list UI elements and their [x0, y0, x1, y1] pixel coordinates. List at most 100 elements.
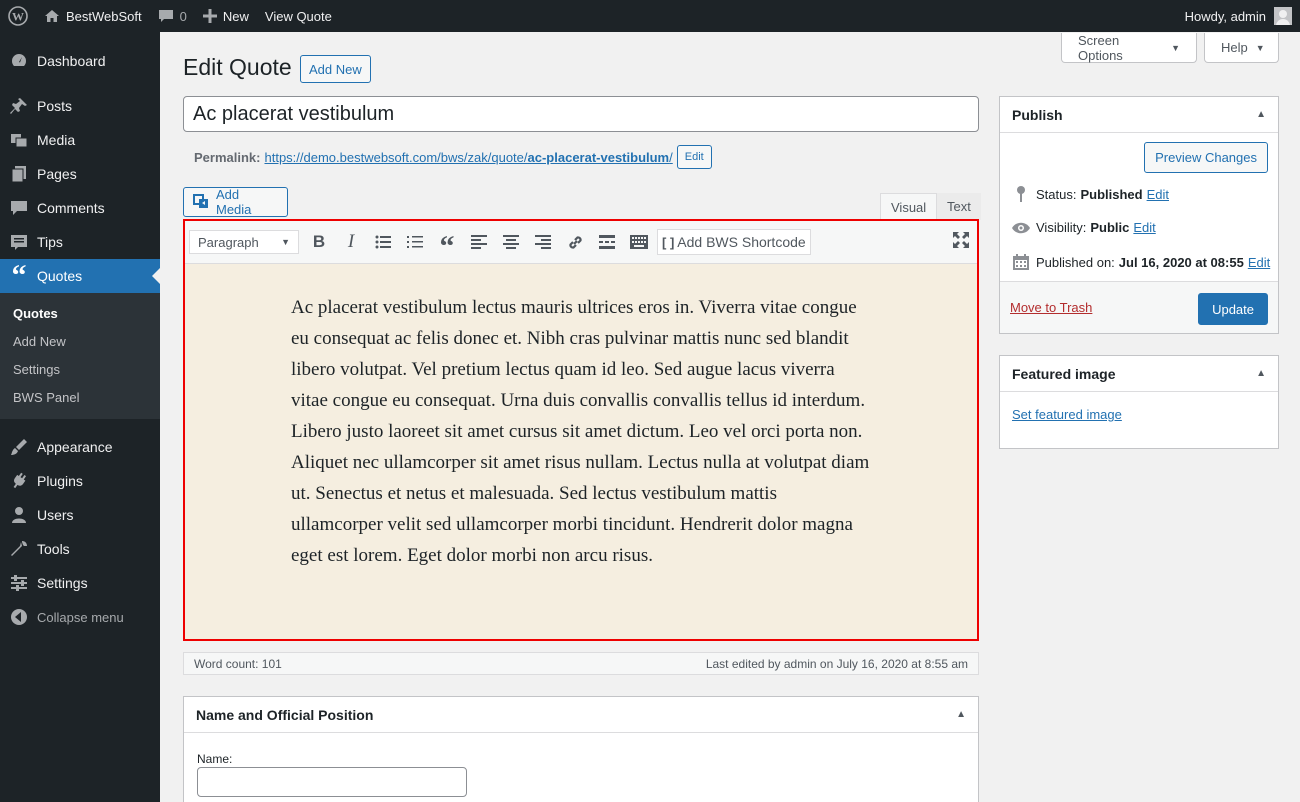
add-media-button[interactable]: Add Media — [183, 187, 288, 217]
sidebar-item-comments[interactable]: Comments — [0, 191, 160, 225]
toggle-arrow-icon[interactable]: ▲ — [1256, 368, 1266, 379]
link-icon[interactable] — [559, 227, 591, 257]
add-new-button[interactable]: Add New — [300, 55, 371, 83]
collapse-menu-button[interactable]: Collapse menu — [0, 600, 160, 634]
align-left-icon[interactable] — [463, 227, 495, 257]
sidebar-item-tools[interactable]: Tools — [0, 532, 160, 566]
sidebar-item-label: Pages — [37, 166, 77, 182]
numbered-list-icon[interactable] — [399, 227, 431, 257]
bold-icon[interactable]: B — [303, 227, 335, 257]
sidebar-item-media[interactable]: Media — [0, 123, 160, 157]
sidebar-item-posts[interactable]: Posts — [0, 89, 160, 123]
new-content-link[interactable]: New — [195, 0, 257, 32]
toggle-arrow-icon[interactable]: ▲ — [956, 709, 966, 720]
permalink: Permalink: https://demo.bestwebsoft.com/… — [194, 145, 712, 169]
sidebar-item-label: Comments — [37, 200, 105, 216]
tab-text[interactable]: Text — [937, 193, 981, 220]
view-quote-label: View Quote — [264, 8, 332, 24]
editor-status-bar: Word count: 101 Last edited by admin on … — [183, 652, 979, 675]
submenu-item-bws-panel[interactable]: BWS Panel — [0, 383, 160, 411]
name-input[interactable] — [197, 767, 467, 797]
pin-icon — [1012, 186, 1030, 202]
published-on-row: Published on: Jul 16, 2020 at 08:55 Edit — [1012, 254, 1270, 270]
sidebar-item-users[interactable]: Users — [0, 498, 160, 532]
permalink-label: Permalink: — [194, 149, 261, 165]
my-account-link[interactable]: Howdy, admin — [1177, 0, 1300, 32]
tips-icon — [9, 232, 29, 252]
sidebar-item-quotes[interactable]: “ Quotes — [0, 259, 160, 293]
view-quote-link[interactable]: View Quote — [257, 0, 340, 32]
pin-icon — [9, 96, 29, 116]
blockquote-icon[interactable]: “ — [431, 227, 463, 262]
keyboard-toolbar-toggle-icon[interactable] — [623, 227, 655, 257]
pages-icon — [9, 164, 29, 184]
quote-icon: “ — [11, 259, 27, 292]
editor-toolbar: Paragraph ▼ B I “ [ ] Add BWS Shortcode — [185, 221, 977, 264]
help-button[interactable]: Help ▼ — [1204, 33, 1279, 63]
sidebar-item-pages[interactable]: Pages — [0, 157, 160, 191]
format-select[interactable]: Paragraph ▼ — [189, 230, 299, 254]
sidebar-item-label: Quotes — [37, 268, 83, 284]
last-edited: Last edited by admin on July 16, 2020 at… — [705, 656, 968, 671]
name-position-metabox: Name and Official Position ▲ Name: — [183, 696, 979, 802]
screen-options-button[interactable]: Screen Options ▼ — [1061, 33, 1197, 63]
italic-icon[interactable]: I — [335, 227, 367, 257]
status-edit-link[interactable]: Edit — [1147, 187, 1169, 202]
tab-visual[interactable]: Visual — [880, 193, 938, 220]
bulleted-list-icon[interactable] — [367, 227, 399, 257]
read-more-icon[interactable] — [591, 227, 623, 257]
comment-icon — [9, 198, 29, 218]
collapse-menu-label: Collapse menu — [37, 609, 124, 625]
metabox-header[interactable]: Publish ▲ — [1000, 97, 1278, 133]
submenu-item-settings[interactable]: Settings — [0, 355, 160, 383]
permalink-end: / — [669, 149, 673, 165]
sidebar-item-label: Tips — [37, 234, 63, 250]
sidebar-item-settings[interactable]: Settings — [0, 566, 160, 600]
site-name-link[interactable]: BestWebSoft — [36, 0, 150, 32]
add-bws-shortcode-label: Add BWS Shortcode — [677, 234, 806, 250]
add-media-label: Add Media — [216, 187, 252, 217]
sidebar-item-dashboard[interactable]: Dashboard — [0, 44, 160, 78]
comment-bubble-icon — [158, 9, 174, 24]
toggle-arrow-icon[interactable]: ▲ — [1256, 109, 1266, 120]
comments-count: 0 — [179, 8, 187, 24]
permalink-edit-button[interactable]: Edit — [676, 145, 712, 169]
fullscreen-icon[interactable] — [953, 232, 969, 251]
editor-paragraph: Ac placerat vestibulum lectus mauris ult… — [291, 297, 870, 566]
new-label: New — [222, 8, 249, 24]
preview-changes-button[interactable]: Preview Changes — [1144, 142, 1268, 173]
sidebar-item-appearance[interactable]: Appearance — [0, 430, 160, 464]
visibility-edit-link[interactable]: Edit — [1133, 220, 1155, 235]
permalink-url[interactable]: https://demo.bestwebsoft.com/bws/zak/quo… — [264, 150, 672, 165]
featured-image-metabox: Featured image ▲ Set featured image — [999, 355, 1279, 449]
set-featured-image-link[interactable]: Set featured image — [1012, 407, 1122, 422]
svg-text:W: W — [12, 10, 24, 24]
wordpress-logo-icon[interactable]: W — [0, 0, 36, 32]
quotes-submenu: Quotes Add New Settings BWS Panel — [0, 293, 160, 419]
sidebar-item-label: Users — [37, 507, 74, 523]
avatar — [1274, 7, 1292, 25]
site-name: BestWebSoft — [66, 8, 142, 24]
align-right-icon[interactable] — [527, 227, 559, 257]
comments-link[interactable]: 0 — [150, 0, 195, 32]
metabox-header[interactable]: Featured image ▲ — [1000, 356, 1278, 392]
metabox-header[interactable]: Name and Official Position ▲ — [184, 697, 978, 733]
sidebar-item-tips[interactable]: Tips — [0, 225, 160, 259]
content-editor: Paragraph ▼ B I “ [ ] Add BWS Shortcode … — [183, 219, 979, 641]
add-bws-shortcode-button[interactable]: [ ] Add BWS Shortcode — [657, 229, 811, 255]
format-select-value: Paragraph — [198, 234, 259, 250]
visibility-value: Public — [1090, 220, 1130, 235]
align-center-icon[interactable] — [495, 227, 527, 257]
submenu-item-quotes[interactable]: Quotes — [0, 299, 160, 327]
add-media-icon — [193, 194, 210, 210]
update-button[interactable]: Update — [1198, 293, 1268, 325]
submenu-item-add-new[interactable]: Add New — [0, 327, 160, 355]
post-title-input[interactable]: Ac placerat vestibulum — [183, 96, 979, 132]
published-on-value: Jul 16, 2020 at 08:55 — [1118, 254, 1244, 270]
move-to-trash-link[interactable]: Move to Trash — [1010, 300, 1092, 315]
visibility-row: Visibility: Public Edit — [1012, 220, 1156, 235]
published-on-edit-link[interactable]: Edit — [1248, 255, 1270, 270]
editor-content-area[interactable]: Ac placerat vestibulum lectus mauris ult… — [185, 264, 977, 639]
metabox-title: Name and Official Position — [196, 706, 374, 723]
sidebar-item-plugins[interactable]: Plugins — [0, 464, 160, 498]
